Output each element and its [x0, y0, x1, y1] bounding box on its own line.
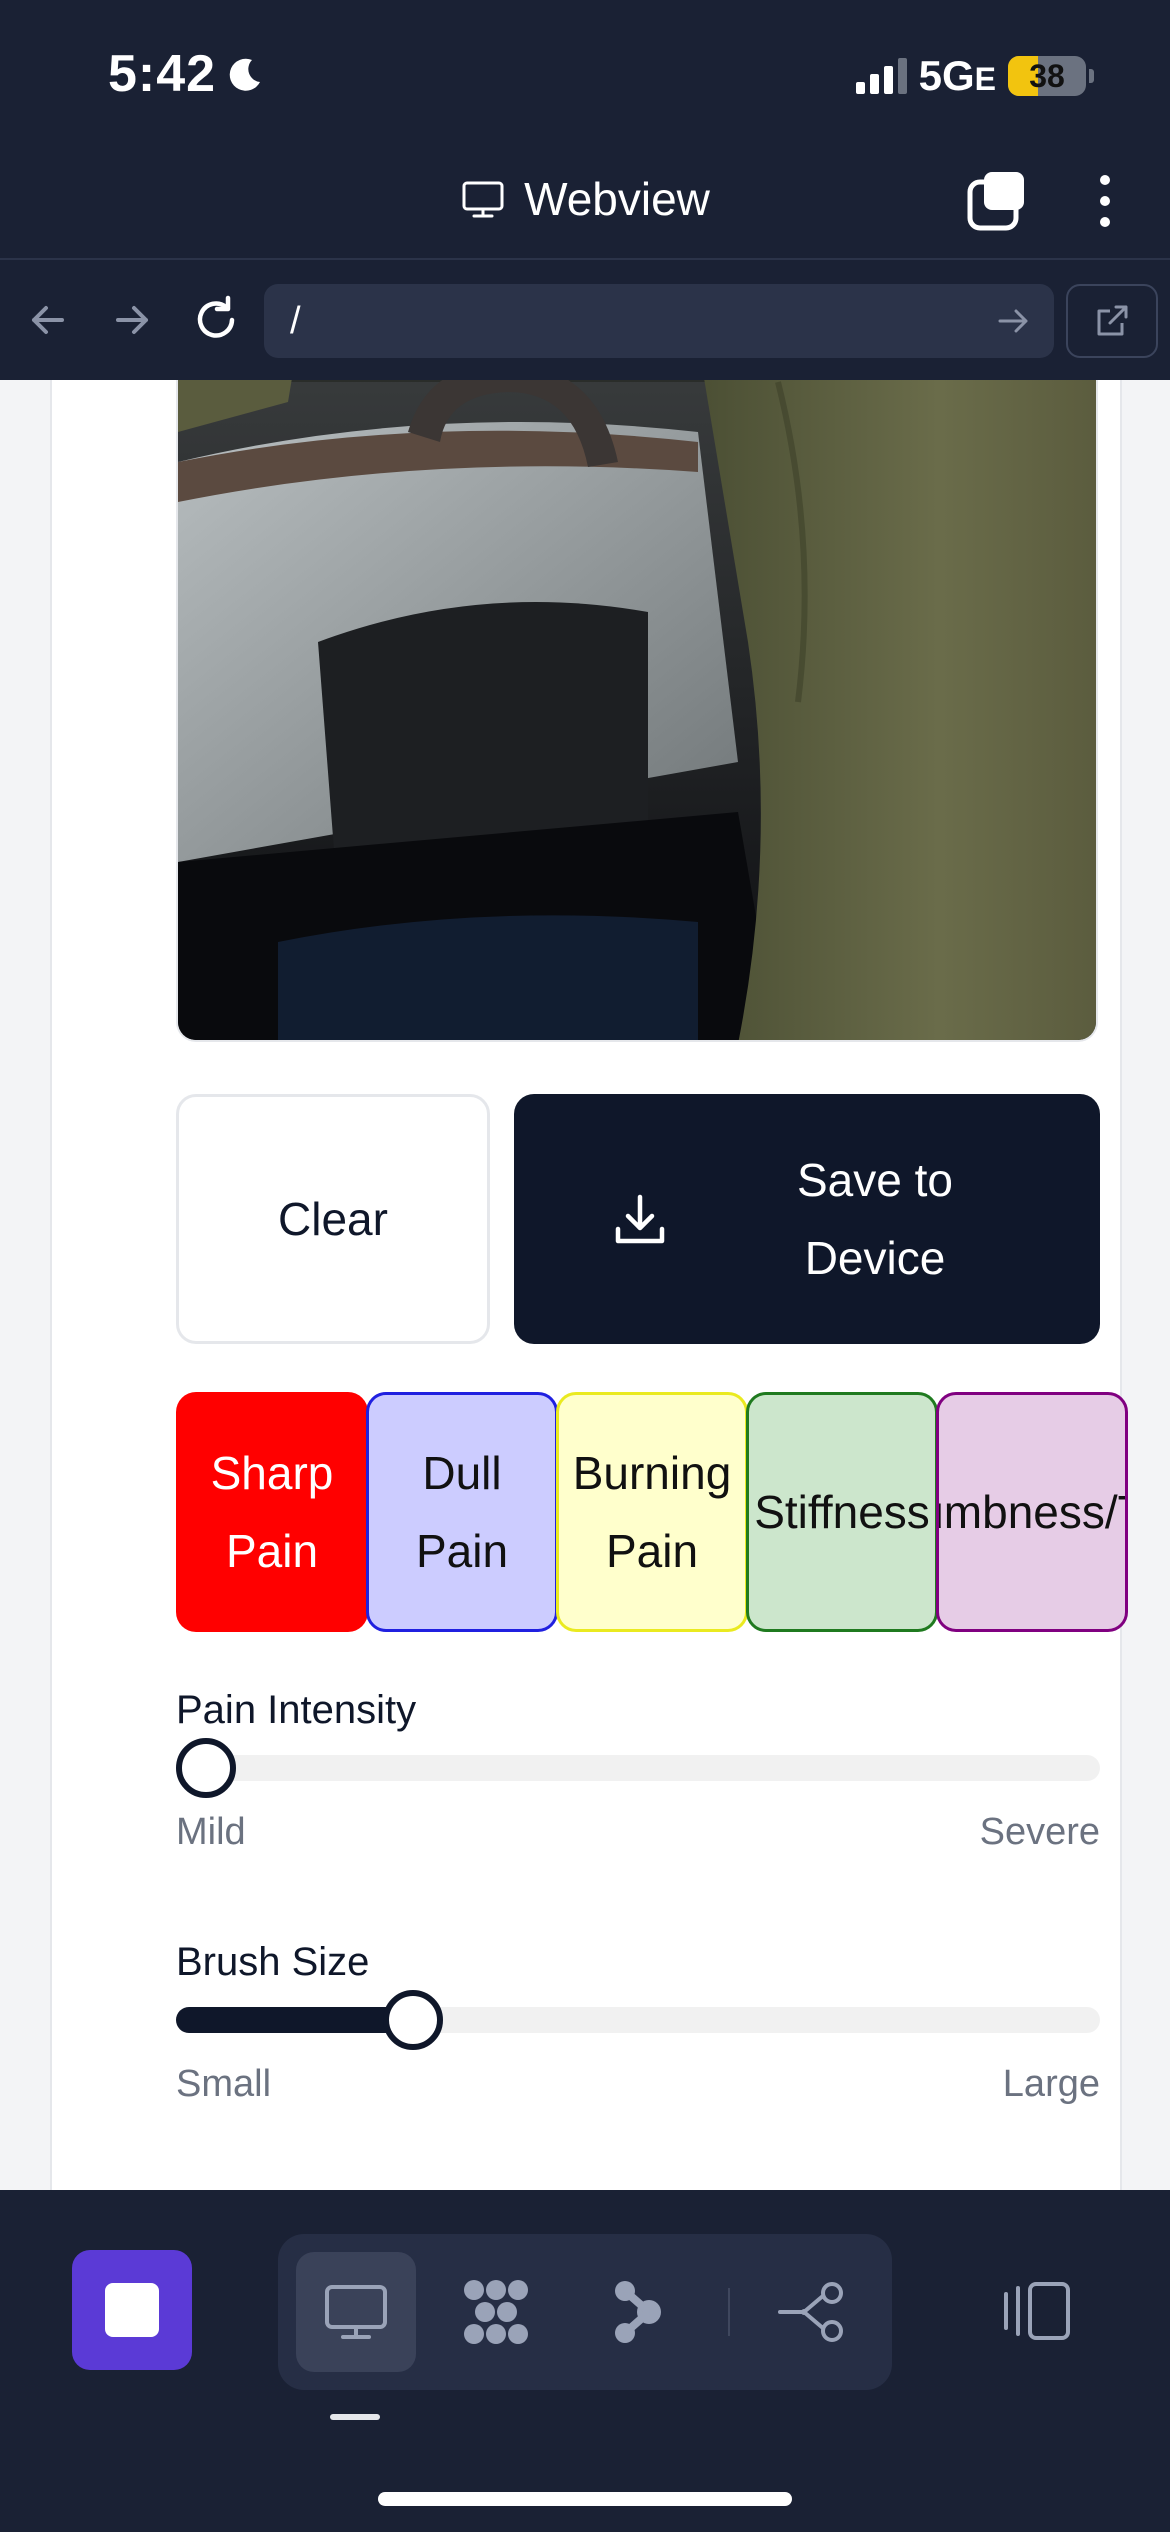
status-bar: 5:42 5GE 38 [0, 0, 1170, 140]
time-text: 5:42 [108, 45, 217, 103]
more-icon[interactable] [1090, 170, 1120, 232]
pain-type-sharp-button[interactable]: Sharp Pain [176, 1392, 368, 1632]
slider-fill [176, 2007, 414, 2033]
tab-grid[interactable] [436, 2252, 556, 2372]
page-title: Webview [524, 173, 710, 225]
slider-min-label: Small [176, 2063, 272, 2105]
slider-thumb[interactable] [176, 1738, 236, 1798]
reload-icon[interactable] [186, 290, 246, 350]
moon-icon [229, 58, 261, 91]
url-text: / [290, 300, 301, 342]
pain-map-card: Clear Save to Device Sharp Pain Dull Pain … [50, 380, 1128, 2190]
clear-button[interactable]: Clear [176, 1094, 490, 1344]
nodes-icon [615, 2281, 661, 2343]
signal-icon [855, 58, 907, 94]
body-photo-canvas[interactable] [176, 380, 1098, 1042]
brush-size-slider[interactable] [176, 1990, 1100, 2050]
slider-max-label: Large [1002, 2063, 1100, 2105]
webview-content: Clear Save to Device Sharp Pain Dull Pain … [0, 380, 1170, 2190]
webview-title-bar: Webview [0, 140, 1170, 260]
tab-webview[interactable] [296, 2252, 416, 2372]
pain-type-numbness-button[interactable]: Numbness/Tingling [936, 1392, 1128, 1632]
monitor-icon [462, 181, 504, 218]
grid-icon [464, 2280, 528, 2344]
save-to-device-button[interactable]: Save to Device [514, 1094, 1100, 1344]
home-indicator [378, 2492, 792, 2506]
status-indicators: 5GE 38 [855, 52, 1094, 100]
go-icon[interactable] [990, 298, 1036, 344]
panel-icon[interactable] [1000, 2278, 1074, 2344]
pain-type-burning-button[interactable]: Burning Pain [556, 1392, 748, 1632]
pain-type-stiffness-button[interactable]: Stiffness [746, 1392, 938, 1632]
tabs-icon[interactable] [966, 170, 1028, 232]
status-time: 5:42 [108, 44, 266, 104]
download-icon [615, 1194, 665, 1244]
view-switcher [278, 2234, 892, 2390]
save-label: Save to Device [797, 1154, 953, 1284]
tab-nodes[interactable] [576, 2252, 696, 2372]
tab-flow[interactable] [754, 2252, 874, 2372]
active-tab-indicator [330, 2414, 380, 2420]
slider-min-label: Mild [176, 1811, 246, 1853]
brush-size-control: Brush Size Small Large [176, 1940, 1100, 2106]
pain-intensity-label: Pain Intensity [176, 1688, 417, 1732]
monitor-icon [325, 2285, 387, 2339]
bottom-dock [0, 2190, 1170, 2532]
open-external-button[interactable] [1066, 284, 1158, 358]
external-link-icon [1097, 305, 1128, 336]
slider-max-label: Severe [979, 1811, 1100, 1853]
network-label: 5GE [918, 52, 996, 99]
pain-type-dull-button[interactable]: Dull Pain [366, 1392, 558, 1632]
battery-level: 38 [1029, 57, 1065, 94]
pain-type-selector: Sharp Pain Dull Pain Burning Pain Stiffness… [176, 1392, 1130, 1632]
photo-image [178, 380, 1096, 1040]
browser-nav-bar: / [0, 262, 1170, 380]
clear-label: Clear [278, 1193, 388, 1245]
stop-button[interactable] [72, 2250, 192, 2370]
slider-thumb[interactable] [383, 1990, 444, 2050]
brush-size-label: Brush Size [176, 1940, 370, 1984]
pain-intensity-slider[interactable] [176, 1738, 1100, 1798]
back-icon[interactable] [18, 290, 78, 350]
divider [728, 2288, 730, 2336]
pain-intensity-control: Pain Intensity Mild Severe [176, 1688, 1100, 1854]
stop-icon [105, 2283, 159, 2337]
url-input[interactable]: / [264, 284, 1054, 358]
battery-indicator: 38 [1008, 56, 1094, 96]
flow-icon [778, 2282, 843, 2342]
forward-icon[interactable] [102, 290, 162, 350]
